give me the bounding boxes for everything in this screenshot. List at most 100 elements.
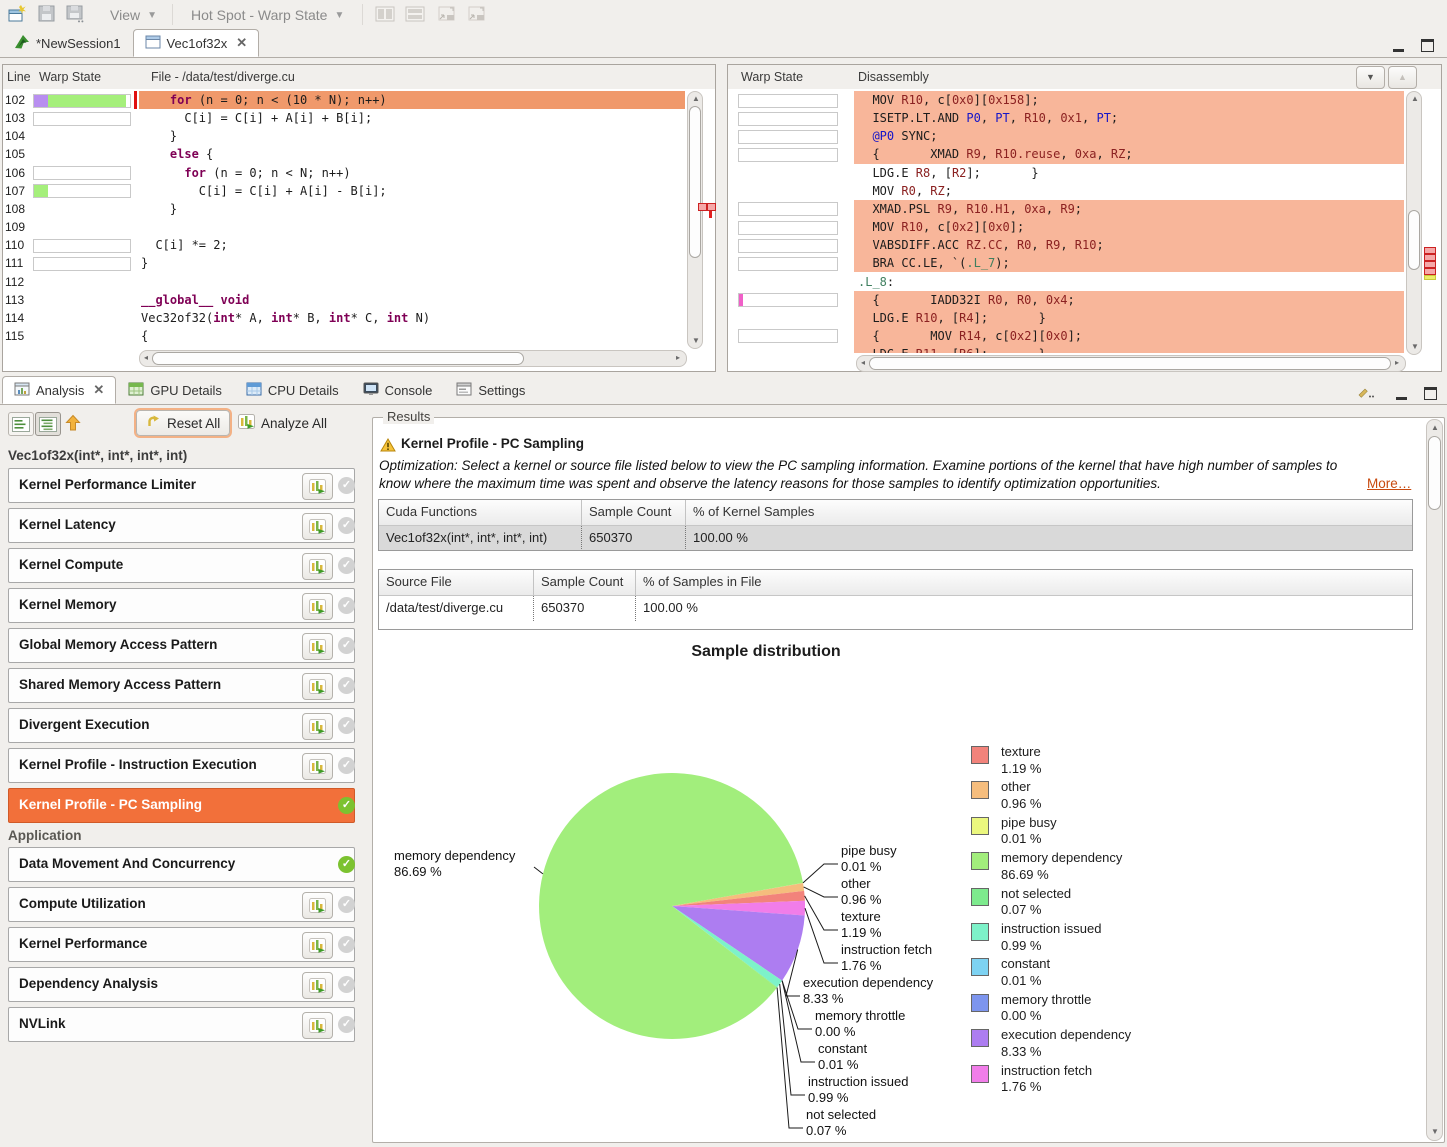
disassembly-line[interactable]: BRA CC.LE, `(.L_7);	[728, 254, 1404, 272]
source-line[interactable]: 106 for (n = 0; n < N; n++)	[3, 164, 685, 182]
close-icon[interactable]: ✕	[93, 382, 104, 398]
new-session-icon[interactable]	[8, 5, 30, 25]
analysis-item-shared-memory-access-pattern[interactable]: Shared Memory Access Pattern✓	[8, 668, 355, 703]
panel-tab-console[interactable]: Console	[351, 376, 445, 404]
run-analysis-button[interactable]	[302, 673, 333, 700]
source-line[interactable]: 115{	[3, 327, 685, 345]
source-line[interactable]: 103 C[i] = C[i] + A[i] + B[i];	[3, 109, 685, 127]
panel-tab-analysis[interactable]: Analysis✕	[2, 376, 116, 404]
source-ruler-mark[interactable]	[707, 203, 716, 211]
analysis-item-divergent-execution[interactable]: Divergent Execution✓	[8, 708, 355, 743]
disassembly-line[interactable]: @P0 SYNC;	[728, 127, 1404, 145]
source-vertical-scrollbar[interactable]: ▲ ▼	[687, 91, 703, 349]
run-analysis-button[interactable]	[302, 553, 333, 580]
split-horizontal-icon[interactable]	[405, 5, 427, 25]
cuda-functions-row[interactable]: Vec1of32x(int*, int*, int*, int)65037010…	[379, 526, 1412, 551]
run-analysis-button[interactable]	[302, 593, 333, 620]
column-header[interactable]: Source File	[379, 570, 534, 595]
source-line[interactable]: 102 for (n = 0; n < (10 * N); n++)	[3, 91, 685, 109]
source-file-row[interactable]: /data/test/diverge.cu650370100.00 %	[379, 596, 1412, 621]
disassembly-line[interactable]: MOV R10, c[0x2][0x0];	[728, 218, 1404, 236]
split-vertical-icon[interactable]	[375, 5, 397, 25]
reset-all-button[interactable]: Reset All	[136, 410, 230, 436]
run-analysis-button[interactable]	[302, 753, 333, 780]
column-header[interactable]: Sample Count	[582, 500, 686, 525]
fast-view-pencil-icon[interactable]	[1358, 385, 1374, 401]
source-line[interactable]: 105 else {	[3, 145, 685, 163]
analysis-item-kernel-latency[interactable]: Kernel Latency✓	[8, 508, 355, 543]
promote-analysis-icon[interactable]	[64, 414, 82, 435]
run-analysis-button[interactable]	[302, 633, 333, 660]
run-analysis-button[interactable]	[302, 513, 333, 540]
analysis-item-kernel-profile-instruction-execution[interactable]: Kernel Profile - Instruction Execution✓	[8, 748, 355, 783]
expand-analysis-list-button[interactable]	[35, 412, 61, 436]
source-line[interactable]: 108 }	[3, 200, 685, 218]
disassembly-vertical-scrollbar[interactable]: ▲ ▼	[1406, 91, 1422, 355]
run-analysis-button[interactable]	[302, 892, 333, 919]
disassembly-line[interactable]: MOV R10, c[0x0][0x158];	[728, 91, 1404, 109]
collapse-analysis-list-button[interactable]	[8, 412, 34, 436]
disassembly-ruler-mark[interactable]	[1424, 247, 1436, 254]
column-header[interactable]: % of Kernel Samples	[686, 500, 1406, 525]
editor-tab-vec1of32x[interactable]: Vec1of32x✕	[133, 29, 260, 57]
panel-tab-cpu-details[interactable]: CPU Details	[234, 376, 351, 404]
analysis-item-global-memory-access-pattern[interactable]: Global Memory Access Pattern✓	[8, 628, 355, 663]
disassembly-ruler-mark[interactable]	[1424, 254, 1436, 261]
column-header[interactable]: Cuda Functions	[379, 500, 582, 525]
next-hotspot-button[interactable]: ▼	[1356, 66, 1385, 89]
hot-spot-menu[interactable]: Hot Spot - Warp State ▼	[185, 3, 350, 27]
source-line[interactable]: 109	[3, 218, 685, 236]
source-line[interactable]: 112	[3, 273, 685, 291]
results-vertical-scrollbar[interactable]: ▲ ▼	[1426, 419, 1443, 1141]
disassembly-line[interactable]: MOV R0, RZ;	[728, 182, 1404, 200]
run-analysis-button[interactable]	[302, 713, 333, 740]
analyze-all-button[interactable]: Analyze All	[228, 410, 337, 436]
disassembly-line[interactable]: { IADD32I R0, R0, 0x4;	[728, 291, 1404, 309]
analysis-item-nvlink[interactable]: NVLink✓	[8, 1007, 355, 1042]
disassembly-line[interactable]: { XMAD R9, R10.reuse, 0xa, RZ;	[728, 145, 1404, 163]
panel-tab-settings[interactable]: Settings	[444, 376, 537, 404]
disassembly-line[interactable]: .L_8:	[728, 273, 1404, 291]
editor-tab-newsession1[interactable]: *NewSession1	[2, 29, 133, 57]
analysis-item-dependency-analysis[interactable]: Dependency Analysis✓	[8, 967, 355, 1002]
source-line[interactable]: 114Vec32of32(int* A, int* B, int* C, int…	[3, 309, 685, 327]
column-header[interactable]: Sample Count	[534, 570, 636, 595]
source-ruler-mark[interactable]	[709, 211, 712, 218]
disassembly-ruler-mark[interactable]	[1424, 275, 1436, 280]
column-header[interactable]: % of Samples in File	[636, 570, 1406, 595]
run-analysis-button[interactable]	[302, 932, 333, 959]
disassembly-line[interactable]: XMAD.PSL R9, R10.H1, 0xa, R9;	[728, 200, 1404, 218]
disassembly-line[interactable]: { MOV R14, c[0x2][0x0];	[728, 327, 1404, 345]
close-icon[interactable]: ✕	[236, 35, 247, 51]
source-horizontal-scrollbar[interactable]: ◂ ▸	[139, 350, 687, 367]
disassembly-line[interactable]: VABSDIFF.ACC RZ.CC, R0, R9, R10;	[728, 236, 1404, 254]
source-line[interactable]: 113__global__ void	[3, 291, 685, 309]
disassembly-horizontal-scrollbar[interactable]: ◂ ▸	[856, 355, 1406, 372]
previous-hotspot-button[interactable]: ▲	[1388, 66, 1417, 89]
more-link[interactable]: More…	[1367, 476, 1411, 491]
view-menu[interactable]: View ▼	[104, 3, 163, 27]
analysis-item-compute-utilization[interactable]: Compute Utilization✓	[8, 887, 355, 922]
disassembly-ruler-mark[interactable]	[1424, 261, 1436, 268]
run-analysis-button[interactable]	[302, 972, 333, 999]
disassembly-line[interactable]: ISETP.LT.AND P0, PT, R10, 0x1, PT;	[728, 109, 1404, 127]
source-line[interactable]: 107 C[i] = C[i] + A[i] - B[i];	[3, 182, 685, 200]
source-ruler-mark[interactable]	[698, 203, 707, 211]
analysis-item-kernel-performance-limiter[interactable]: Kernel Performance Limiter✓	[8, 468, 355, 503]
disassembly-line[interactable]: LDG.E R11, [R6]; }	[728, 345, 1404, 353]
source-line[interactable]: 110 C[i] *= 2;	[3, 236, 685, 254]
source-line[interactable]: 111}	[3, 254, 685, 272]
minimize-button[interactable]	[1393, 40, 1404, 52]
disassembly-ruler-mark[interactable]	[1424, 268, 1436, 275]
source-line[interactable]: 104 }	[3, 127, 685, 145]
analysis-item-kernel-profile-pc-sampling[interactable]: Kernel Profile - PC Sampling✓	[8, 788, 355, 823]
maximize-button[interactable]	[1421, 39, 1434, 52]
analysis-item-kernel-compute[interactable]: Kernel Compute✓	[8, 548, 355, 583]
analysis-item-kernel-memory[interactable]: Kernel Memory✓	[8, 588, 355, 623]
run-analysis-button[interactable]	[302, 1012, 333, 1039]
panel-tab-gpu-details[interactable]: GPU Details	[116, 376, 234, 404]
minimize-panel-button[interactable]	[1396, 388, 1407, 400]
analysis-item-data-movement-and-concurrency[interactable]: Data Movement And Concurrency✓	[8, 847, 355, 882]
analysis-item-kernel-performance[interactable]: Kernel Performance✓	[8, 927, 355, 962]
disassembly-line[interactable]: LDG.E R8, [R2]; }	[728, 164, 1404, 182]
